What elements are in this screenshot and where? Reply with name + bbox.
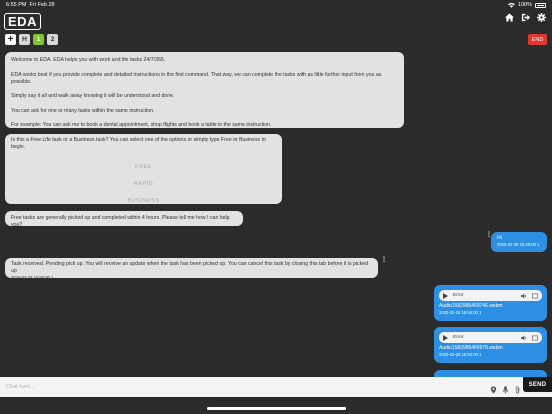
audio-filename: Audio1582985459746.webm bbox=[439, 303, 503, 309]
message-text: You can ask for one or many tasks within… bbox=[11, 107, 155, 114]
task-received-message: Task received. Pending pick up. You will… bbox=[5, 258, 378, 280]
app-header: EDA bbox=[0, 10, 552, 32]
message-timestamp: 2020-02-28 15:50:00 1 bbox=[11, 275, 54, 280]
user-message: Hi 2020-02-28 15:49:00 1 bbox=[491, 232, 547, 252]
status-bar: 6:55 PM Fri Feb 28 100% bbox=[0, 0, 552, 10]
gear-icon[interactable] bbox=[537, 13, 546, 22]
logout-icon[interactable] bbox=[521, 13, 530, 22]
audio-message: Error Audio1582985466979.webm 2020-02-28… bbox=[434, 327, 547, 363]
message-text: Task received. Pending pick up. You will… bbox=[11, 261, 369, 274]
audio-player[interactable]: Error bbox=[439, 290, 542, 301]
microphone-icon[interactable] bbox=[502, 386, 509, 394]
audio-message: Error Audio1582985459746.webm 2020-02-28… bbox=[434, 285, 547, 321]
message-text: Hi bbox=[497, 235, 502, 241]
audio-player[interactable]: Error bbox=[439, 332, 542, 343]
chat-input-bar: SEND bbox=[0, 377, 552, 397]
message-timestamp: 2020-02-28 15:54:00 1 bbox=[439, 352, 482, 357]
player-status: Error bbox=[453, 335, 464, 340]
chat-input[interactable] bbox=[0, 377, 480, 397]
message-text: Simply say it all and walk away knowing … bbox=[11, 93, 175, 99]
message-timestamp: 2020-02-28 15:49:00 1 bbox=[497, 242, 540, 247]
more-options-icon[interactable]: ⋮ bbox=[486, 232, 492, 238]
more-options-icon[interactable]: ⋮ bbox=[381, 257, 387, 263]
home-indicator bbox=[207, 407, 346, 410]
player-status: Error bbox=[453, 293, 464, 298]
wifi-icon bbox=[507, 2, 515, 8]
tab-1[interactable]: 1 bbox=[33, 34, 44, 45]
status-right: 100% bbox=[507, 2, 546, 8]
send-button[interactable]: SEND bbox=[523, 377, 552, 392]
chat-area[interactable]: Welcome to EDA. EDA helps you with work … bbox=[0, 48, 552, 377]
tab-h[interactable]: H bbox=[19, 34, 30, 45]
message-text: For example: You can ask me to book a de… bbox=[11, 122, 272, 128]
audio-filename: Audio1582985466979.webm bbox=[439, 345, 503, 351]
option-rapid[interactable]: RAPID bbox=[11, 181, 276, 188]
play-icon[interactable] bbox=[443, 292, 448, 299]
task-type-message: Is this a Free Life task or a Business t… bbox=[5, 134, 282, 204]
battery-icon bbox=[535, 2, 546, 8]
welcome-message: Welcome to EDA. EDA helps you with work … bbox=[5, 52, 404, 128]
audio-message-partial bbox=[434, 370, 547, 377]
battery-percent: 100% bbox=[517, 2, 532, 8]
message-text: Welcome to EDA. EDA helps you with work … bbox=[11, 57, 166, 63]
home-icon[interactable] bbox=[505, 13, 514, 22]
message-text: EDA works best if you provide complete a… bbox=[11, 71, 382, 85]
message-timestamp: 2020-02-28 15:54:00 1 bbox=[439, 310, 482, 315]
location-icon[interactable] bbox=[490, 386, 497, 394]
tab-toolbar: + H 1 2 bbox=[0, 32, 552, 48]
add-tab-button[interactable]: + bbox=[5, 34, 16, 45]
play-icon[interactable] bbox=[443, 334, 448, 341]
free-info-message: Free tasks are generally picked up and c… bbox=[5, 211, 243, 228]
tab-2[interactable]: 2 bbox=[47, 34, 58, 45]
volume-icon[interactable] bbox=[521, 335, 527, 341]
eda-logo: EDA bbox=[4, 13, 41, 30]
paperclip-icon[interactable] bbox=[514, 386, 521, 394]
option-free[interactable]: FREE bbox=[11, 164, 276, 171]
cast-icon[interactable] bbox=[532, 335, 538, 341]
message-text: Free tasks are generally picked up and c… bbox=[11, 215, 230, 228]
message-text: Is this a Free Life task or a Business t… bbox=[11, 137, 266, 150]
cast-icon[interactable] bbox=[532, 293, 538, 299]
end-button[interactable]: END bbox=[528, 34, 547, 45]
status-time: 6:55 PM Fri Feb 28 bbox=[6, 2, 55, 8]
option-business[interactable]: BUSINESS bbox=[11, 198, 276, 205]
volume-icon[interactable] bbox=[521, 293, 527, 299]
